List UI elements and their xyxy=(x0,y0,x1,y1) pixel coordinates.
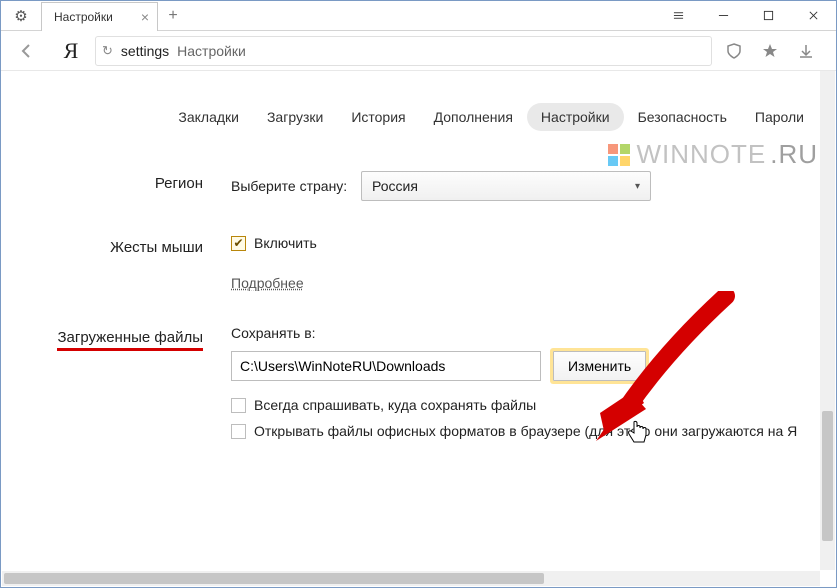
vertical-scrollbar[interactable] xyxy=(820,71,835,570)
nav-tab-настройки[interactable]: Настройки xyxy=(527,103,624,131)
downloads-label: Загруженные файлы xyxy=(57,329,203,351)
window-maximize-button[interactable] xyxy=(746,1,791,30)
save-to-label: Сохранять в: xyxy=(231,325,820,341)
change-path-button[interactable]: Изменить xyxy=(553,351,646,381)
settings-content: Регион Выберите страну: Россия ▾ Жесты м… xyxy=(1,171,820,571)
address-bar-row: Я ↻ settings Настройки xyxy=(1,31,836,71)
nav-tab-загрузки[interactable]: Загрузки xyxy=(253,103,337,131)
settings-gear-icon[interactable]: ⚙ xyxy=(1,7,41,25)
tab-close-icon[interactable]: × xyxy=(141,9,149,25)
reload-icon[interactable]: ↻ xyxy=(102,43,113,59)
downloads-icon[interactable] xyxy=(788,36,824,66)
section-region: Регион Выберите страну: Россия ▾ xyxy=(1,171,820,201)
open-office-label: Открывать файлы офисных форматов в брауз… xyxy=(254,423,797,439)
region-prompt: Выберите страну: xyxy=(231,178,347,194)
nav-tab-дополнения[interactable]: Дополнения xyxy=(420,103,527,131)
window-menu-icon[interactable] xyxy=(656,1,701,30)
gestures-enable-label: Включить xyxy=(254,235,317,251)
address-keyword: settings xyxy=(121,43,169,59)
watermark: WINNOTE.RU xyxy=(608,139,818,170)
country-value: Россия xyxy=(372,178,418,194)
new-tab-button[interactable]: + xyxy=(158,7,188,25)
yandex-logo-icon[interactable]: Я xyxy=(51,38,91,64)
always-ask-label: Всегда спрашивать, куда сохранять файлы xyxy=(254,397,536,413)
nav-tab-пароли[interactable]: Пароли xyxy=(741,103,818,131)
nav-tab-закладки[interactable]: Закладки xyxy=(164,103,253,131)
country-select[interactable]: Россия ▾ xyxy=(361,171,651,201)
section-downloads: Загруженные файлы Сохранять в: Изменить … xyxy=(1,325,820,449)
address-label: Настройки xyxy=(177,43,246,59)
gestures-more-link[interactable]: Подробнее xyxy=(231,275,304,291)
open-office-checkbox[interactable] xyxy=(231,424,246,439)
download-path-input[interactable] xyxy=(231,351,541,381)
region-label: Регион xyxy=(1,171,231,192)
window-minimize-button[interactable] xyxy=(701,1,746,30)
gestures-enable-checkbox[interactable]: ✔ xyxy=(231,236,246,251)
section-gestures: Жесты мыши ✔ Включить Подробнее xyxy=(1,235,820,291)
settings-nav: ЗакладкиЗагрузкиИсторияДополненияНастрой… xyxy=(1,71,836,139)
address-bar[interactable]: ↻ settings Настройки xyxy=(95,36,712,66)
window-close-button[interactable] xyxy=(791,1,836,30)
bookmark-star-icon[interactable] xyxy=(752,36,788,66)
tab-title: Настройки xyxy=(54,10,113,24)
nav-tab-безопасность[interactable]: Безопасность xyxy=(624,103,741,131)
browser-tab[interactable]: Настройки × xyxy=(41,2,158,31)
nav-tab-история[interactable]: История xyxy=(337,103,419,131)
always-ask-checkbox[interactable] xyxy=(231,398,246,413)
gestures-label: Жесты мыши xyxy=(1,235,231,256)
shield-icon[interactable] xyxy=(716,36,752,66)
chevron-down-icon: ▾ xyxy=(635,181,640,192)
back-button[interactable] xyxy=(7,35,47,67)
horizontal-scrollbar[interactable] xyxy=(2,571,820,586)
title-bar: ⚙ Настройки × + xyxy=(1,1,836,31)
